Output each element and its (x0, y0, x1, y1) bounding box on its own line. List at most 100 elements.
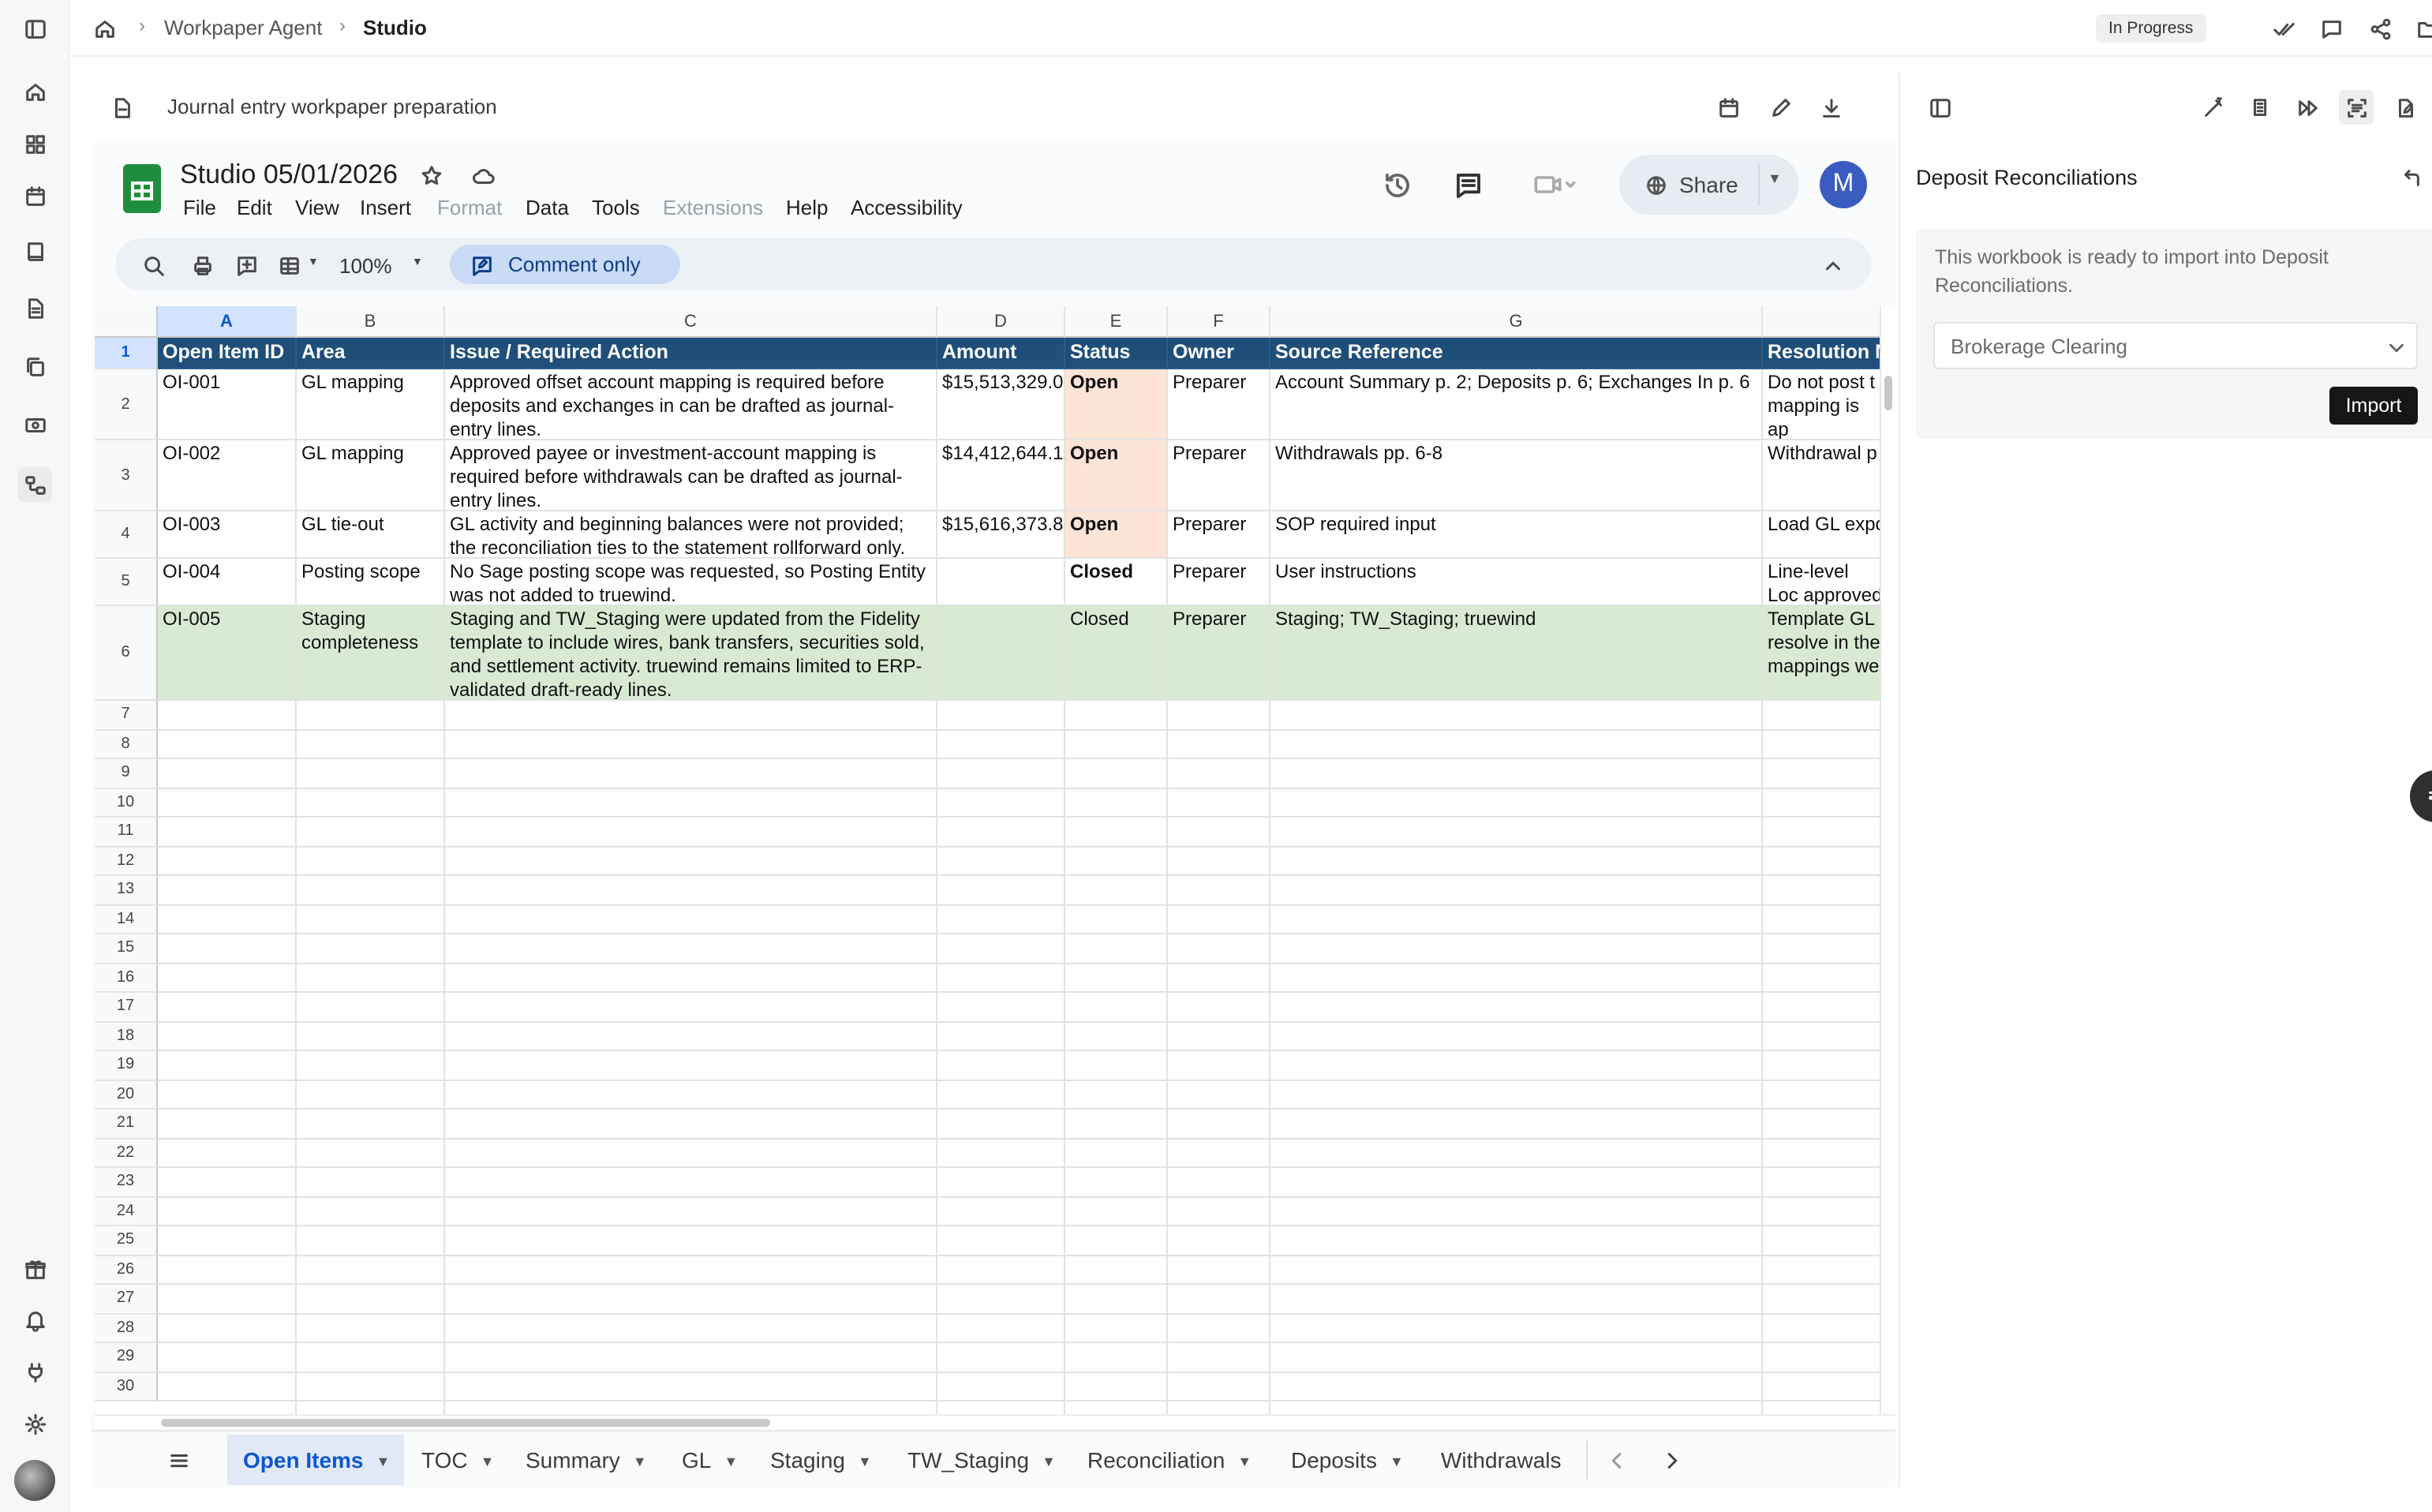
row-header[interactable]: 17 (95, 993, 158, 1022)
tab-summary[interactable]: Summary ▼ (526, 1435, 647, 1485)
row-header[interactable]: 2 (95, 369, 158, 440)
row-header[interactable]: 11 (95, 818, 158, 847)
reconciliation-target-select[interactable]: Brokerage Clearing (1933, 322, 2418, 369)
cell-status[interactable]: Closed (1065, 606, 1168, 701)
row-header[interactable]: 30 (95, 1372, 158, 1402)
cell-open-item-id[interactable]: OI-001 (158, 369, 297, 440)
import-button[interactable]: Import (2329, 387, 2418, 425)
menu-data[interactable]: Data (526, 196, 569, 219)
menu-help[interactable]: Help (786, 196, 829, 219)
sheets-title[interactable]: Studio 05/01/2026 (180, 159, 398, 191)
gift-icon[interactable] (21, 1255, 49, 1283)
row-header[interactable]: 19 (95, 1051, 158, 1080)
cell-owner[interactable]: Preparer (1168, 440, 1270, 511)
cell-issue[interactable]: No Sage posting scope was requested, so … (445, 559, 937, 606)
header-cell-area[interactable]: Area (297, 338, 445, 369)
edit-document-icon[interactable] (2391, 93, 2419, 122)
tab-reconciliation[interactable]: Reconciliation ▼ (1087, 1435, 1252, 1485)
cell-open-item-id[interactable]: OI-003 (158, 511, 297, 559)
calendar-sync-icon[interactable] (1714, 93, 1742, 122)
cell-issue[interactable]: Approved payee or investment-account map… (445, 440, 937, 511)
menu-view[interactable]: View (295, 196, 339, 219)
row-header[interactable]: 23 (95, 1168, 158, 1197)
collapse-chevron-up-icon[interactable] (1818, 251, 1846, 279)
row-header[interactable]: 15 (95, 934, 158, 964)
cell-status[interactable]: Open (1065, 440, 1168, 511)
cell-source-reference[interactable]: SOP required input (1270, 511, 1763, 559)
scan-text-icon[interactable] (2339, 90, 2374, 125)
header-cell-source-reference[interactable]: Source Reference (1270, 338, 1763, 369)
tab-open-items[interactable]: Open Items ▼ (227, 1435, 404, 1485)
row-header[interactable]: 28 (95, 1314, 158, 1343)
cell-area[interactable]: GL tie-out (297, 511, 445, 559)
home-breadcrumb-icon[interactable] (90, 14, 118, 43)
book-icon[interactable] (21, 237, 49, 265)
cell-amount[interactable]: $15,616,373.8 (937, 511, 1065, 559)
scroll-document-icon[interactable] (2246, 93, 2274, 122)
tab-chevron-down-icon[interactable]: ▼ (1042, 1437, 1056, 1488)
menu-accessibility[interactable]: Accessibility (851, 196, 963, 219)
all-sheets-menu-icon[interactable] (164, 1446, 193, 1474)
row-header[interactable]: 13 (95, 876, 158, 905)
row-header[interactable]: 8 (95, 730, 158, 759)
menu-insert[interactable]: Insert (360, 196, 411, 219)
cell-owner[interactable]: Preparer (1168, 511, 1270, 559)
header-cell-amount[interactable]: Amount (937, 338, 1065, 369)
star-icon[interactable] (417, 161, 445, 189)
tab-scroll-right-icon[interactable] (1657, 1446, 1686, 1474)
tab-deposits[interactable]: Deposits ▼ (1291, 1435, 1404, 1485)
column-header-f[interactable]: F (1168, 306, 1270, 338)
tab-tw-staging[interactable]: TW_Staging ▼ (907, 1435, 1056, 1485)
tab-withdrawals[interactable]: Withdrawals (1441, 1435, 1562, 1485)
header-cell-issue[interactable]: Issue / Required Action (445, 338, 937, 369)
share-button[interactable]: Share ▼ (1619, 155, 1799, 215)
column-header-e[interactable]: E (1065, 306, 1168, 338)
settings-gear-icon[interactable] (21, 1409, 49, 1438)
horizontal-scroll-track[interactable] (95, 1414, 1895, 1430)
row-header[interactable]: 22 (95, 1139, 158, 1168)
cell-amount[interactable]: $15,513,329.0 (937, 369, 1065, 440)
cell-source-reference[interactable]: Staging; TW_Staging; truewind (1270, 606, 1763, 701)
cell-resolution[interactable]: Withdrawal p (1763, 440, 1880, 511)
cell-issue[interactable]: Approved offset account mapping is requi… (445, 369, 937, 440)
cell-resolution[interactable]: Line-level Loc approved dim (1763, 559, 1880, 606)
folder-icon[interactable] (2413, 14, 2432, 43)
dashboard-icon[interactable] (21, 129, 49, 158)
zoom-select[interactable]: 100% (339, 254, 392, 278)
row-header[interactable]: 21 (95, 1110, 158, 1139)
cell-owner[interactable]: Preparer (1168, 606, 1270, 701)
cell-area[interactable]: GL mapping (297, 440, 445, 511)
row-header[interactable]: 5 (95, 559, 158, 606)
table-format-icon[interactable] (275, 251, 303, 279)
tab-gl[interactable]: GL ▼ (682, 1435, 738, 1485)
row-header[interactable]: 4 (95, 511, 158, 559)
cell-status[interactable]: Open (1065, 369, 1168, 440)
cell-amount[interactable]: $14,412,644.1 (937, 440, 1065, 511)
cell-resolution[interactable]: Template GL resolve in the mappings we (1763, 606, 1880, 701)
row-header[interactable]: 10 (95, 788, 158, 818)
row-header[interactable]: 25 (95, 1226, 158, 1256)
column-header-c[interactable]: C (445, 306, 937, 338)
tab-chevron-down-icon[interactable]: ▼ (633, 1437, 647, 1488)
tab-chevron-down-icon[interactable]: ▼ (481, 1437, 495, 1488)
sidebar-toggle-icon[interactable] (21, 14, 49, 43)
row-header[interactable]: 20 (95, 1080, 158, 1110)
row-header[interactable]: 6 (95, 606, 158, 701)
share-nodes-icon[interactable] (2366, 14, 2394, 43)
tab-chevron-down-icon[interactable]: ▼ (858, 1437, 872, 1488)
cell-area[interactable]: Posting scope (297, 559, 445, 606)
return-arrow-icon[interactable] (2396, 163, 2424, 191)
copy-icon[interactable] (21, 352, 49, 380)
share-dropdown-icon[interactable]: ▼ (1768, 170, 1782, 186)
tab-staging[interactable]: Staging ▼ (770, 1435, 872, 1485)
cell-owner[interactable]: Preparer (1168, 369, 1270, 440)
cell-open-item-id[interactable]: OI-004 (158, 559, 297, 606)
add-comment-icon[interactable] (232, 251, 260, 279)
header-cell-resolution[interactable]: Resolution N (1763, 338, 1880, 369)
header-cell-owner[interactable]: Owner (1168, 338, 1270, 369)
comments-icon[interactable] (1450, 167, 1485, 202)
tab-chevron-down-icon[interactable]: ▼ (1237, 1437, 1252, 1488)
cell-area[interactable]: Staging completeness (297, 606, 445, 701)
row-header[interactable]: 9 (95, 759, 158, 788)
edit-pencil-icon[interactable] (1766, 93, 1794, 122)
